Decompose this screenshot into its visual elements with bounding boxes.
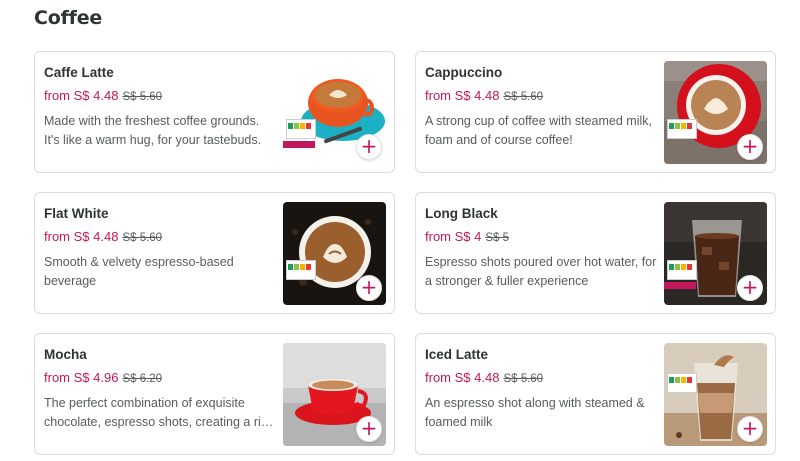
price-row: from S$ 4.48 S$ 5.60 (44, 88, 162, 103)
item-image[interactable]: + (664, 61, 767, 164)
item-price: from S$ 4.48 (44, 229, 119, 244)
item-price: from S$ 4.96 (44, 370, 119, 385)
menu-item-card[interactable]: Caffe Latte from S$ 4.48 S$ 5.60 Made wit… (34, 51, 395, 173)
item-original-price: S$ 6.20 (122, 373, 163, 385)
item-original-price: S$ 5 (485, 232, 510, 244)
menu-item-card[interactable]: Flat White from S$ 4.48 S$ 5.60 Smooth & … (34, 192, 395, 314)
item-name: Flat White (44, 206, 109, 221)
item-price: from S$ 4.48 (425, 370, 500, 385)
add-item-button[interactable]: + (737, 275, 763, 301)
item-description: The perfect combination of exquisite cho… (44, 396, 274, 429)
item-name: Mocha (44, 347, 87, 362)
item-description: An espresso shot along with steamed & fo… (425, 396, 645, 429)
nutri-grade-label (286, 260, 316, 280)
item-name: Long Black (425, 206, 498, 221)
item-description: Made with the freshest coffee grounds. I… (44, 114, 262, 147)
promo-tag (283, 141, 315, 148)
promo-tag (664, 282, 696, 289)
item-description: A strong cup of coffee with steamed milk… (425, 114, 652, 147)
price-row: from S$ 4.48 S$ 5.60 (425, 370, 543, 385)
nutri-grade-label (667, 260, 697, 280)
menu-item-card[interactable]: Cappuccino from S$ 4.48 S$ 5.60 A strong … (415, 51, 776, 173)
item-image[interactable]: + (664, 202, 767, 305)
section-title: Coffee (34, 7, 103, 29)
item-price: from S$ 4.48 (44, 88, 119, 103)
item-name: Iced Latte (425, 347, 489, 362)
price-row: from S$ 4.48 S$ 5.60 (44, 229, 162, 244)
add-item-button[interactable]: + (737, 134, 763, 160)
item-image[interactable]: + (283, 343, 386, 446)
item-original-price: S$ 5.60 (122, 91, 163, 103)
add-item-button[interactable]: + (356, 275, 382, 301)
item-original-price: S$ 5.60 (503, 373, 544, 385)
menu-item-card[interactable]: Iced Latte from S$ 4.48 S$ 5.60 An espres… (415, 333, 776, 455)
item-image[interactable]: + (664, 343, 767, 446)
nutri-grade-label (667, 373, 697, 393)
item-description: Espresso shots poured over hot water, fo… (425, 255, 657, 288)
add-item-button[interactable]: + (356, 134, 382, 160)
item-original-price: S$ 5.60 (503, 91, 544, 103)
item-original-price: S$ 5.60 (122, 232, 163, 244)
add-item-button[interactable]: + (356, 416, 382, 442)
item-name: Cappuccino (425, 65, 503, 80)
nutri-grade-label (667, 119, 697, 139)
add-item-button[interactable]: + (737, 416, 763, 442)
item-name: Caffe Latte (44, 65, 114, 80)
item-image[interactable]: + (283, 61, 386, 164)
price-row: from S$ 4.96 S$ 6.20 (44, 370, 162, 385)
item-price: from S$ 4 (425, 229, 482, 244)
item-price: from S$ 4.48 (425, 88, 500, 103)
item-image[interactable]: + (283, 202, 386, 305)
menu-item-card[interactable]: Mocha from S$ 4.96 S$ 6.20 The perfect co… (34, 333, 395, 455)
price-row: from S$ 4.48 S$ 5.60 (425, 88, 543, 103)
item-description: Smooth & velvety espresso-based beverage (44, 255, 234, 288)
nutri-grade-label (286, 119, 316, 139)
menu-item-card[interactable]: Long Black from S$ 4 S$ 5 Espresso shots … (415, 192, 776, 314)
price-row: from S$ 4 S$ 5 (425, 229, 509, 244)
